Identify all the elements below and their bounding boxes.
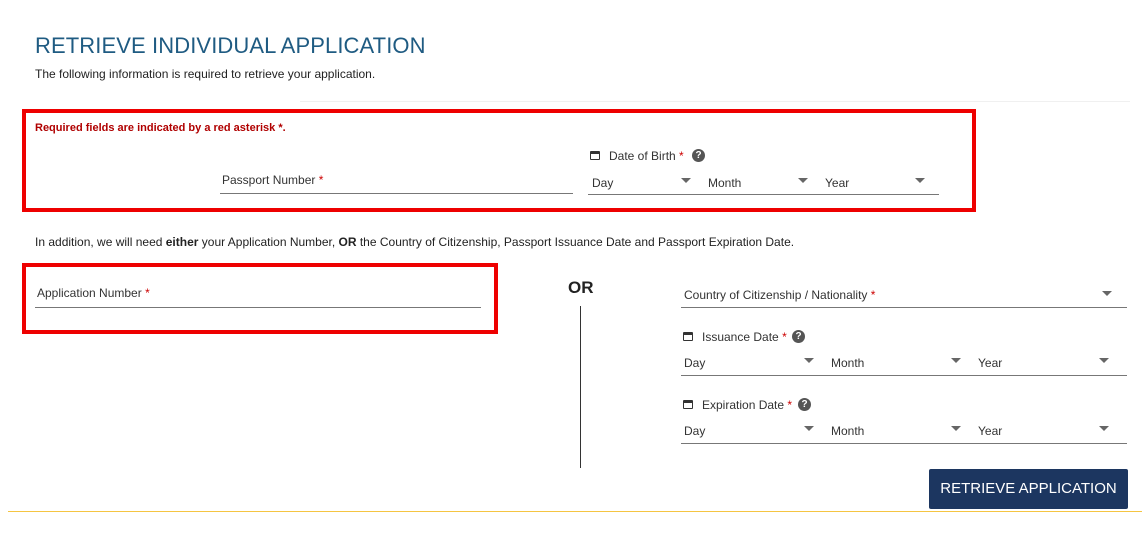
calendar-icon (590, 151, 600, 160)
help-icon[interactable]: ? (798, 398, 811, 411)
chevron-down-icon (681, 178, 691, 183)
retrieve-application-button[interactable]: RETRIEVE APPLICATION (929, 469, 1128, 509)
required-asterisk: * (782, 330, 787, 344)
date-of-birth-label-row: Date of Birth * ? (590, 149, 790, 165)
expiration-month-select[interactable]: Month (829, 419, 969, 444)
application-number-field[interactable]: Application Number * (35, 281, 481, 308)
calendar-icon (683, 332, 693, 341)
expiration-date-selects: Day Month Year (681, 419, 1127, 444)
or-divider-line (580, 306, 581, 468)
expiration-year-select[interactable]: Year (977, 419, 1117, 444)
expiration-month-value: Month (831, 424, 865, 438)
help-icon[interactable]: ? (792, 330, 805, 343)
required-asterisk: * (318, 173, 324, 187)
page-subtitle: The following information is required to… (35, 67, 376, 81)
date-of-birth-selects: Day Month Year (588, 170, 939, 195)
calendar-icon (683, 400, 693, 409)
chevron-down-icon (951, 358, 961, 363)
dob-month-value: Month (708, 176, 742, 190)
expiration-day-select[interactable]: Day (681, 419, 821, 444)
issuance-month-select[interactable]: Month (829, 351, 969, 376)
issuance-date-label: Issuance Date * (702, 330, 787, 344)
country-label: Country of Citizenship / Nationality * (684, 288, 876, 302)
dob-day-value: Day (592, 176, 614, 190)
required-asterisk: * (787, 398, 793, 412)
chevron-down-icon (1099, 426, 1109, 431)
section-divider (300, 101, 1130, 102)
or-divider-label: OR (568, 278, 594, 297)
expiration-day-value: Day (684, 424, 706, 438)
chevron-down-icon (804, 426, 814, 431)
chevron-down-icon (1099, 358, 1109, 363)
country-select[interactable]: Country of Citizenship / Nationality * (681, 281, 1127, 308)
dob-day-select[interactable]: Day (588, 170, 700, 195)
expiration-year-value: Year (978, 424, 1003, 438)
issuance-date-selects: Day Month Year (681, 351, 1127, 376)
additional-info-text: In addition, we will need either your Ap… (35, 235, 795, 249)
required-fields-note: Required fields are indicated by a red a… (35, 122, 286, 134)
date-of-birth-label: Date of Birth * (609, 149, 684, 163)
application-number-label: Application Number * (37, 286, 150, 300)
passport-number-field[interactable]: Passport Number * (220, 168, 573, 194)
issuance-day-value: Day (684, 356, 706, 370)
chevron-down-icon (1102, 291, 1112, 296)
required-note-text: Required fields are indicated by a red a… (35, 122, 279, 134)
required-asterisk: * (870, 288, 876, 302)
dob-year-select[interactable]: Year (824, 170, 936, 195)
dob-year-value: Year (825, 176, 850, 190)
required-asterisk: * (679, 149, 684, 163)
expiration-date-label-row: Expiration Date * ? (683, 398, 883, 414)
dob-month-select[interactable]: Month (706, 170, 818, 195)
issuance-year-select[interactable]: Year (977, 351, 1117, 376)
expiration-date-label: Expiration Date * (702, 398, 793, 412)
required-note-period: . (282, 122, 286, 134)
footer-divider (8, 511, 1142, 512)
chevron-down-icon (915, 178, 925, 183)
issuance-year-value: Year (978, 356, 1003, 370)
required-asterisk: * (145, 286, 150, 300)
issuance-date-label-row: Issuance Date * ? (683, 330, 883, 346)
help-icon[interactable]: ? (692, 149, 705, 162)
chevron-down-icon (804, 358, 814, 363)
chevron-down-icon (951, 426, 961, 431)
issuance-month-value: Month (831, 356, 865, 370)
passport-number-label: Passport Number * (222, 173, 324, 187)
chevron-down-icon (798, 178, 808, 183)
issuance-day-select[interactable]: Day (681, 351, 821, 376)
page-title: RETRIEVE INDIVIDUAL APPLICATION (35, 33, 426, 58)
